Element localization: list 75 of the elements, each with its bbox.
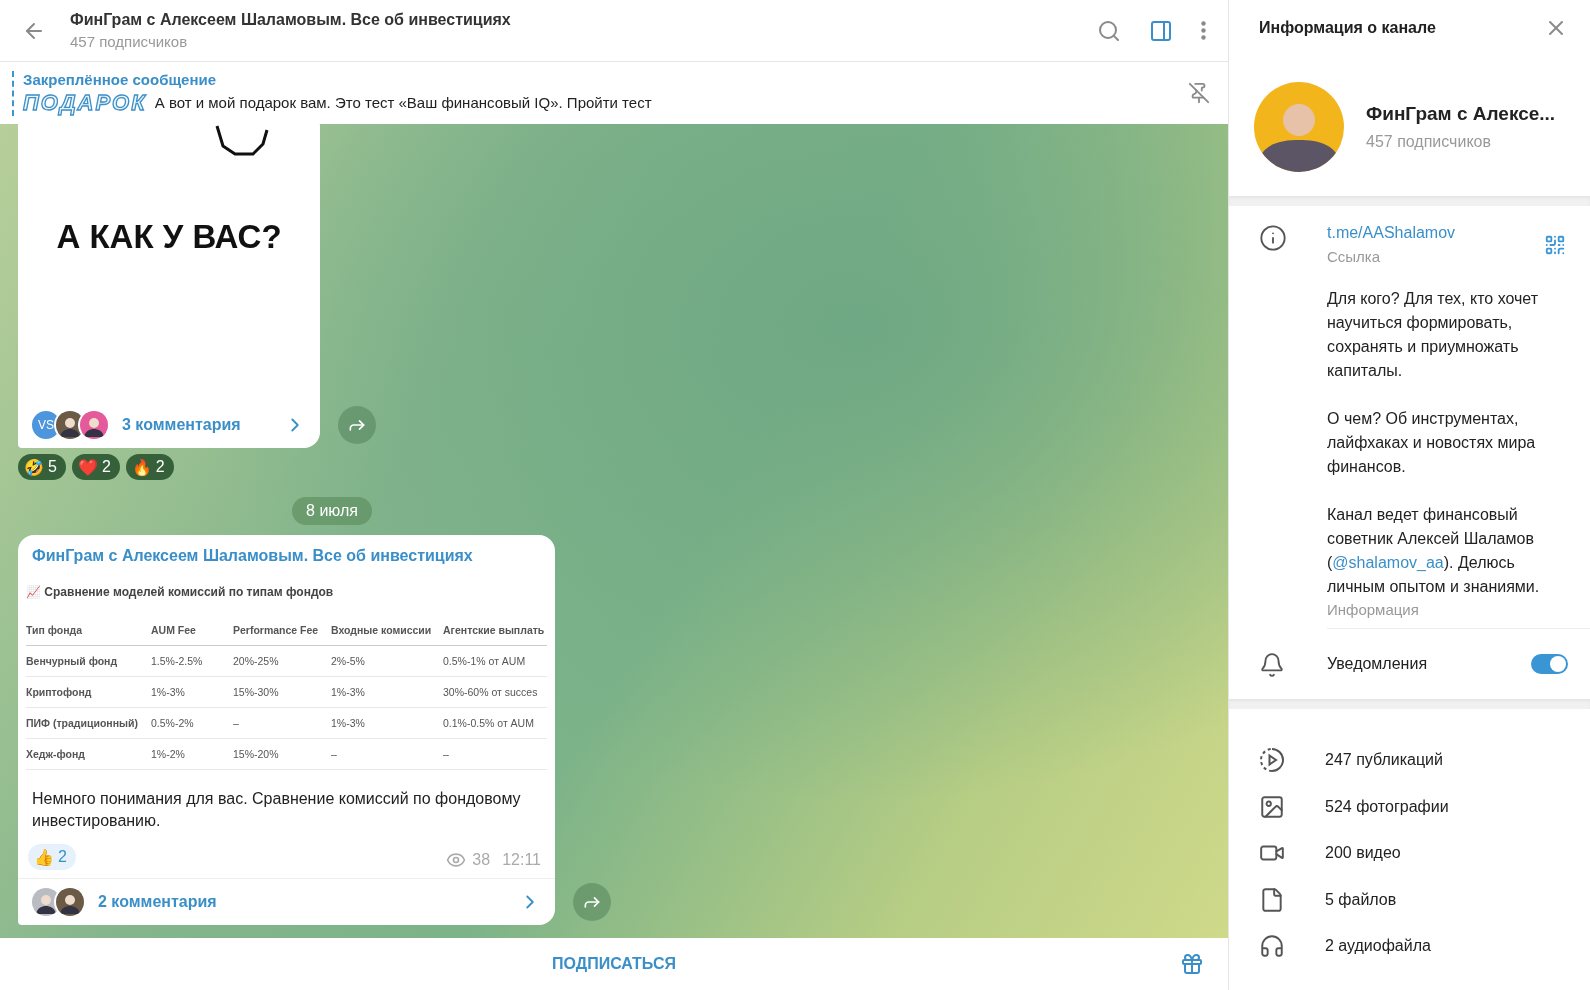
table-header: Performance Fee: [233, 615, 331, 646]
headphones-icon: [1259, 933, 1285, 960]
subscribe-button[interactable]: ПОДПИСАТЬСЯ: [546, 954, 682, 974]
forward-button[interactable]: [573, 883, 611, 921]
notifications-toggle[interactable]: [1531, 654, 1568, 674]
media-count-link[interactable]: 524 фотографии: [1325, 797, 1449, 816]
reaction-chip[interactable]: ❤ 2: [71, 454, 120, 480]
chat-title: ФинГрам с Алексеем Шаламовым. Все об инвестициях: [70, 11, 512, 29]
table-cell: Хедж-фонд: [26, 739, 151, 770]
unpin-icon: [1188, 82, 1210, 104]
search-icon: [1097, 18, 1121, 43]
table-cell: 1%-3%: [331, 708, 443, 739]
table-cell: 30%-60% от succes: [443, 677, 547, 708]
table-cell: 1%-2%: [151, 739, 233, 770]
qr-code-icon: [1544, 234, 1566, 256]
table-header: Тип фонда: [26, 615, 151, 646]
description-paragraph: О чем? Об инструментах, лайфхаках и новостях мира финансов.: [1327, 409, 1537, 477]
media-count-link[interactable]: 200 видео: [1325, 844, 1401, 863]
subscriber-count: 457 подписчиков: [70, 33, 189, 50]
table-cell: 15%-20%: [233, 739, 331, 770]
table-cell: 2%-5%: [331, 646, 443, 677]
media-count-link[interactable]: 247 публикаций: [1325, 751, 1443, 770]
table-cell: 1%-3%: [151, 677, 233, 708]
reaction-chip[interactable]: 🔥 2: [125, 454, 174, 480]
table-cell: 1%-3%: [331, 677, 443, 708]
description-paragraph: Для кого? Для тех, кто хочет научиться формировать, сохранять и приумножать капиталы.: [1327, 289, 1540, 381]
table-cell: 0.5%-1% от AUM: [443, 646, 547, 677]
table-header: Агентские выплать: [443, 615, 547, 646]
table-cell: 15%-30%: [233, 677, 331, 708]
more-icon: [1201, 21, 1206, 40]
table-header: AUM Fee: [151, 615, 233, 646]
table-cell: 0.1%-0.5% от AUM: [443, 708, 547, 739]
info-icon: [1259, 224, 1287, 252]
gift-logo: ПОДАРОК: [23, 89, 147, 116]
date-label: 8 июля: [292, 497, 372, 525]
forward-button[interactable]: [338, 406, 376, 444]
table-title: 📈 Сравнение моделей комиссий по типам фондов: [26, 585, 335, 601]
table-cell: ПИФ (традиционный): [26, 708, 151, 739]
author-name[interactable]: ФинГрам с Алексеем Шаламовым. Все об инвестициях: [18, 535, 555, 575]
notifications-label: Уведомления: [1327, 655, 1429, 673]
table-cell: Криптофонд: [26, 677, 151, 708]
message-time: 12:11: [502, 851, 541, 869]
table-cell: –: [331, 739, 443, 770]
side-panel-icon: [1149, 18, 1173, 43]
message-text: Немного понимания для вас. Сравнение комиссий по фондовому инвестированию.: [31, 789, 522, 831]
comments-link[interactable]: 2 комментария: [98, 893, 507, 911]
reaction-chip[interactable]: 🤣 5: [18, 454, 66, 480]
bell-icon: [1259, 652, 1285, 678]
description-caption: Информация: [1327, 601, 1420, 618]
pinned-text[interactable]: А вот и мой подарок вам. Это тест «Ваш финансовый IQ». Пройти тест: [154, 94, 652, 111]
stories-icon: [1259, 747, 1285, 774]
table-cell: Венчурный фонд: [26, 646, 151, 677]
channel-link[interactable]: t.me/AAShalamov: [1327, 224, 1456, 241]
media-count-link[interactable]: 2 аудиофайла: [1325, 937, 1431, 956]
gift-icon: [1180, 952, 1204, 976]
username-link[interactable]: @shalamov_aa: [1332, 554, 1444, 571]
description-paragraph: Канал ведет финансовый советник Алексей Шаламов (@shalamov_aa). Делюсь личным опытом и знаниями.: [1327, 505, 1541, 597]
pinned-label[interactable]: Закреплённое сообщение: [23, 70, 1184, 88]
image-text: А КАК У ВАС?: [56, 218, 282, 256]
table-cell: –: [233, 708, 331, 739]
comments-link[interactable]: 3 комментария: [122, 416, 272, 434]
table-cell: 20%-25%: [233, 646, 331, 677]
table-cell: –: [443, 739, 547, 770]
file-icon: [1259, 886, 1285, 913]
view-count: 38: [472, 851, 491, 869]
views-icon: [446, 850, 467, 870]
media-count-link[interactable]: 5 файлов: [1325, 890, 1397, 909]
channel-name: ФинГрам с Алексе...: [1366, 103, 1557, 125]
panel-title: Информация о канале: [1259, 19, 1436, 37]
subscriber-count: 457 подписчиков: [1366, 133, 1492, 151]
table-cell: 1.5%-2.5%: [151, 646, 233, 677]
image-icon: [1259, 793, 1285, 820]
table-cell: 0.5%-2%: [151, 708, 233, 739]
table-header: Входные комиссии: [331, 615, 443, 646]
link-caption: Ссылка: [1327, 248, 1382, 265]
